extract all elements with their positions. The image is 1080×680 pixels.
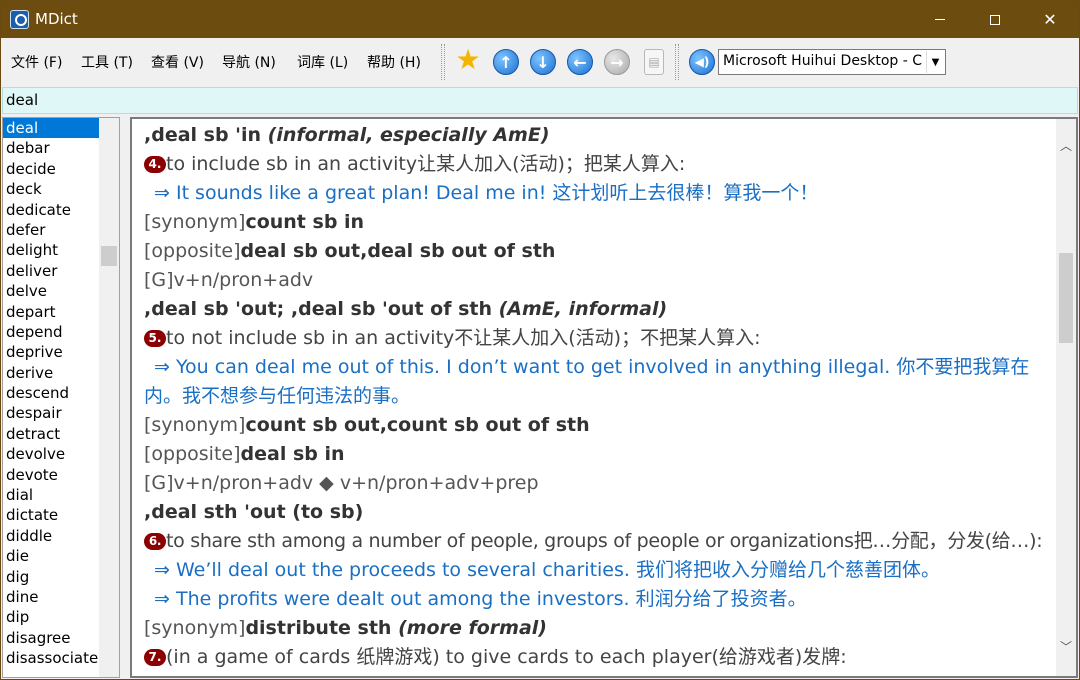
word-list-item[interactable]: depend	[3, 322, 99, 342]
word-list-item[interactable]: dig	[3, 567, 99, 587]
sense-number-badge: 6.	[144, 533, 166, 550]
word-list-item[interactable]: depart	[3, 302, 99, 322]
phrasal-headword: ,deal sb 'in (informal, especially AmE)	[144, 124, 550, 146]
sense: 7. (in a game of cards 纸牌游戏) to give card…	[144, 643, 1049, 672]
menu-navigate[interactable]: 导航 (N)	[222, 52, 276, 72]
word-list-item[interactable]: defer	[3, 220, 99, 240]
definition-content: ,deal sb 'in (informal, especially AmE) …	[144, 121, 1049, 672]
word-list-item[interactable]: deliver	[3, 261, 99, 281]
word-list-scrollbar[interactable]	[99, 118, 119, 677]
word-list-item[interactable]: dine	[3, 587, 99, 607]
forward-arrow-icon[interactable]: →	[604, 49, 630, 75]
example-sentence: ⇒ It sounds like a great plan! Deal me i…	[154, 182, 819, 204]
definition-scroll-thumb[interactable]	[1059, 253, 1073, 343]
synonym-line: [synonym]distribute sth (more formal)	[144, 617, 547, 639]
sense-number-badge: 5.	[144, 330, 166, 347]
phrasal-headword: ,deal sb 'out; ,deal sb 'out of sth (AmE…	[144, 298, 668, 320]
minimize-icon	[935, 19, 945, 20]
word-list-item[interactable]: descend	[3, 383, 99, 403]
grammar-pattern: [G]v+n/pron+adv	[144, 269, 314, 291]
title-bar: MDict ✕	[1, 1, 1079, 38]
search-input[interactable]: deal	[2, 87, 1078, 114]
word-list-item[interactable]: dedicate	[3, 200, 99, 220]
example-sentence: ⇒ You can deal me out of this. I don’t w…	[154, 356, 1030, 378]
minimize-button[interactable]	[917, 1, 963, 38]
word-list-item[interactable]: diddle	[3, 526, 99, 546]
word-list-item[interactable]: despair	[3, 403, 99, 423]
maximize-button[interactable]	[972, 1, 1018, 38]
scroll-down-icon[interactable]: ﹀	[1056, 636, 1076, 656]
definition-scrollbar[interactable]: ︿ ﹀	[1056, 119, 1076, 676]
sense: 6. to share sth among a number of people,…	[144, 527, 1049, 556]
close-button[interactable]: ✕	[1027, 1, 1073, 38]
sense: 4. to include sb in an activity让某人加入(活动)；…	[144, 150, 1049, 179]
word-list-item[interactable]: disagree	[3, 628, 99, 648]
opposite-line: [opposite]deal sb in	[144, 443, 345, 465]
favorite-star-icon[interactable]: ★	[455, 43, 481, 76]
word-list: deal debar decide deck dedicate defer delight d…	[2, 117, 120, 678]
chevron-down-icon[interactable]: ▼	[926, 51, 944, 73]
up-arrow-icon[interactable]: ↑	[493, 49, 519, 75]
back-arrow-icon[interactable]: ←	[567, 49, 593, 75]
word-list-item[interactable]: derive	[3, 363, 99, 383]
example-sentence: ⇒ We’ll deal out the proceeds to several…	[154, 559, 940, 581]
example-sentence: ⇒ The profits were dealt out among the i…	[154, 588, 807, 610]
sense-number-badge: 4.	[144, 156, 166, 173]
clipboard-icon[interactable]: ▤	[644, 49, 664, 75]
menu-help[interactable]: 帮助 (H)	[367, 52, 421, 72]
menu-library[interactable]: 词库 (L)	[297, 52, 348, 72]
voice-select[interactable]: Microsoft Huihui Desktop - C ▼	[718, 49, 946, 75]
scroll-up-icon[interactable]: ︿	[1056, 135, 1076, 155]
example-sentence-continued: 内。我不想参与任何违法的事。	[144, 385, 411, 407]
word-list-item[interactable]: dial	[3, 485, 99, 505]
definition-panel: ,deal sb 'in (informal, especially AmE) …	[130, 117, 1078, 678]
word-list-item[interactable]: debar	[3, 138, 99, 158]
word-list-item[interactable]: deck	[3, 179, 99, 199]
menu-file[interactable]: 文件 (F)	[11, 52, 62, 72]
word-list-item[interactable]: deprive	[3, 342, 99, 362]
sense: 5. to not include sb in an activity不让某人加入…	[144, 324, 1049, 353]
word-list-scroll-thumb[interactable]	[101, 246, 117, 266]
close-icon: ✕	[1043, 10, 1057, 29]
phrasal-headword: ,deal sth 'out (to sb)	[144, 501, 364, 523]
word-list-item[interactable]: deal	[3, 118, 99, 139]
mdict-window: MDict ✕ 文件 (F) 工具 (T) 查看 (V) 导航 (N) 词库 (…	[0, 0, 1080, 680]
down-arrow-icon[interactable]: ↓	[530, 49, 556, 75]
word-list-item[interactable]: delight	[3, 240, 99, 260]
grammar-pattern: [G]v+n/pron+adv ◆ v+n/pron+adv+prep	[144, 472, 539, 494]
toolbar-separator	[441, 44, 445, 80]
maximize-icon	[990, 14, 1000, 25]
sense-number-badge: 7.	[144, 649, 166, 666]
opposite-line: [opposite]deal sb out,deal sb out of sth	[144, 240, 556, 262]
speaker-icon[interactable]: ◀)	[689, 49, 715, 75]
word-list-item[interactable]: dip	[3, 607, 99, 627]
synonym-line: [synonym]count sb out,count sb out of st…	[144, 414, 590, 436]
word-list-item[interactable]: dictate	[3, 505, 99, 525]
word-list-item[interactable]: disassociate	[3, 648, 99, 668]
word-list-item[interactable]: detract	[3, 424, 99, 444]
word-list-item[interactable]: decide	[3, 159, 99, 179]
toolbar-separator	[675, 44, 679, 80]
word-list-item[interactable]: devolve	[3, 444, 99, 464]
synonym-line: [synonym]count sb in	[144, 211, 365, 233]
word-list-item[interactable]: die	[3, 546, 99, 566]
menu-toolbar: 文件 (F) 工具 (T) 查看 (V) 导航 (N) 词库 (L) 帮助 (H…	[1, 38, 1079, 86]
mdict-app-icon	[10, 10, 29, 29]
menu-view[interactable]: 查看 (V)	[151, 52, 204, 72]
window-title: MDict	[35, 10, 78, 28]
voice-select-value: Microsoft Huihui Desktop - C	[723, 53, 923, 69]
menu-tools[interactable]: 工具 (T)	[81, 52, 133, 72]
word-list-item[interactable]: delve	[3, 281, 99, 301]
word-list-item[interactable]: devote	[3, 465, 99, 485]
